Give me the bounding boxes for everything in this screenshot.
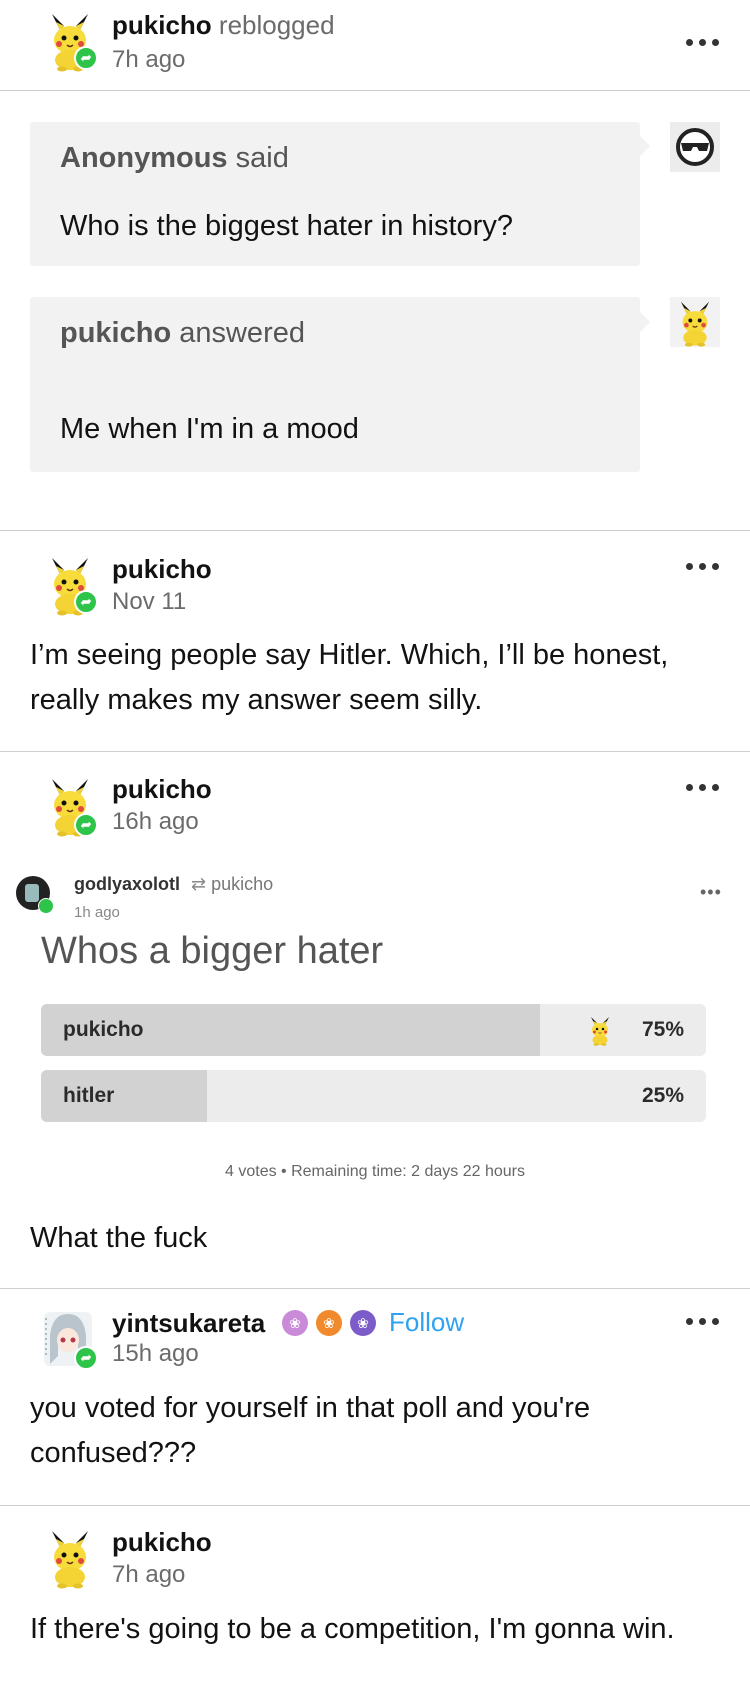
reblog-icon	[74, 1346, 98, 1370]
post-timestamp[interactable]: Nov 11	[112, 588, 186, 616]
embedded-reblogged-from: pukicho	[211, 874, 274, 894]
follow-button[interactable]: Follow	[389, 1307, 464, 1338]
asker-name: Anonymous	[60, 142, 228, 174]
poll-footer: 4 votes • Remaining time: 2 days 22 hour…	[225, 1163, 525, 1180]
embedded-username: godlyaxolotl	[74, 874, 181, 894]
poll-question: Whos a bigger hater	[41, 930, 384, 972]
answerer-name[interactable]: pukicho	[60, 317, 171, 349]
ask-bubble-tail	[640, 136, 650, 156]
reblog-icon	[74, 590, 98, 614]
post-username[interactable]: pukicho	[112, 774, 212, 805]
pikachu-icon	[38, 1525, 102, 1589]
post-username[interactable]: pukicho	[112, 1527, 212, 1558]
paw-badge-icon[interactable]: ❀	[282, 1310, 308, 1336]
post-username[interactable]: yintsukareta	[112, 1308, 265, 1339]
answer-bubble: pukicho answered Me when I'm in a mood	[30, 297, 640, 472]
asker-action: said	[235, 142, 289, 174]
ask-question: Who is the biggest hater in history?	[60, 210, 513, 242]
poll-option-pukicho: pukicho 75%	[41, 1004, 706, 1056]
post-timestamp[interactable]: 7h ago	[112, 1561, 185, 1589]
ask-bubble: Anonymous said Who is the biggest hater …	[30, 122, 640, 266]
poll-option-hitler: hitler 25%	[41, 1070, 706, 1122]
post-timestamp[interactable]: 7h ago	[112, 46, 185, 74]
reblogged-label: reblogged	[218, 10, 335, 40]
pikachu-icon	[670, 297, 720, 347]
post-body: What the fuck	[30, 1222, 208, 1254]
answerer-action: answered	[179, 317, 305, 349]
poll-option-label: hitler	[63, 1084, 115, 1107]
post-username[interactable]: pukicho	[112, 554, 212, 585]
poll-option-percent: 75%	[641, 1018, 684, 1041]
more-options-icon[interactable]	[686, 36, 726, 48]
answer-bubble-tail	[640, 312, 650, 332]
divider	[0, 1505, 750, 1506]
embedded-reblog-arrow-icon: ⇄	[191, 874, 207, 894]
pikachu-avatar-small[interactable]	[670, 297, 720, 347]
more-options-icon[interactable]	[686, 560, 726, 572]
poll-option-label: pukicho	[63, 1018, 144, 1041]
divider	[0, 530, 750, 531]
divider	[0, 751, 750, 752]
post-timestamp[interactable]: 16h ago	[112, 808, 199, 836]
embedded-more-icon: •••	[700, 882, 722, 902]
pikachu-avatar[interactable]	[38, 1525, 102, 1589]
reblog-icon	[74, 46, 98, 70]
poll-option-percent: 25%	[641, 1084, 684, 1107]
post-body: I’m seeing people say Hitler. Which, I’l…	[30, 639, 669, 716]
voter-pikachu-icon	[584, 1014, 616, 1046]
post-body: you voted for yourself in that poll and …	[30, 1392, 591, 1469]
divider	[0, 90, 750, 91]
more-options-icon[interactable]	[686, 781, 726, 793]
divider	[0, 1288, 750, 1289]
reblog-icon	[74, 813, 98, 837]
answer-text: Me when I'm in a mood	[60, 413, 359, 445]
sunglasses-avatar[interactable]	[670, 122, 720, 172]
paw-badge-icon[interactable]: ❀	[316, 1310, 342, 1336]
username-label[interactable]: pukicho	[112, 10, 212, 40]
post-timestamp[interactable]: 15h ago	[112, 1340, 199, 1368]
more-options-icon[interactable]	[686, 1315, 726, 1327]
embedded-time: 1h ago	[74, 904, 120, 921]
embedded-reblog-icon	[38, 898, 54, 914]
paw-badge-icon[interactable]: ❀	[350, 1310, 376, 1336]
post-body: If there's going to be a competition, I'…	[30, 1613, 675, 1645]
post-username[interactable]: pukicho reblogged	[112, 10, 335, 41]
